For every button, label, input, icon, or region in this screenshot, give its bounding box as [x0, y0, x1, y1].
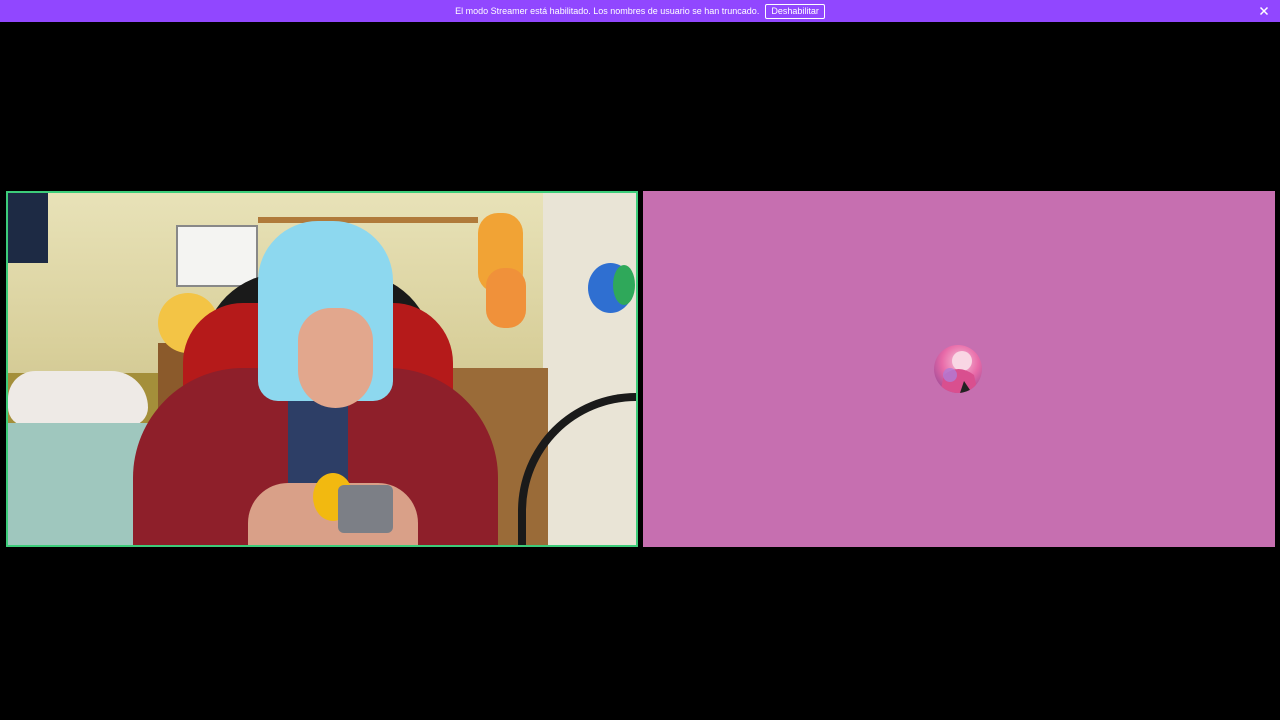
disable-streamer-mode-button[interactable]: Deshabilitar [765, 3, 825, 19]
webcam-video-feed [8, 193, 636, 545]
streamer-mode-message: El modo Streamer está habilitado. Los no… [455, 6, 760, 16]
participant-avatar-tile[interactable] [643, 191, 1275, 547]
user-avatar [934, 345, 982, 393]
participant-video-tile[interactable] [6, 191, 638, 547]
close-icon[interactable] [1257, 4, 1271, 18]
streamer-mode-banner: El modo Streamer está habilitado. Los no… [0, 0, 1280, 22]
